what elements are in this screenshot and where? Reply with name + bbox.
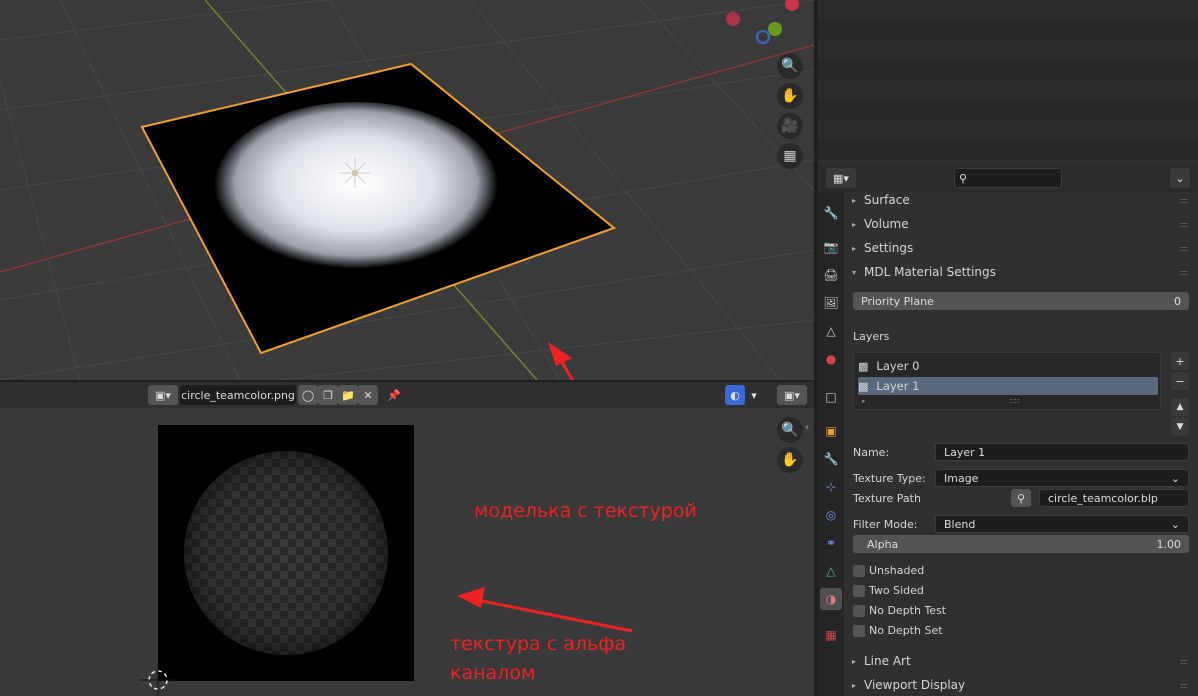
image-editor[interactable]: ▣▾ circle_teamcolor.png ◯ ❐ 📁 ✕ 📌 ◐ ▾ ▣▾… bbox=[0, 382, 814, 696]
no-depth-test-checkbox[interactable] bbox=[853, 605, 865, 617]
unshaded-checkbox[interactable] bbox=[853, 565, 865, 577]
material-tab-icon[interactable]: ◑ bbox=[820, 588, 842, 610]
no-depth-test-label: No Depth Test bbox=[869, 604, 947, 617]
two-sided-label: Two Sided bbox=[869, 584, 924, 597]
annotation-model: моделька с текстурой bbox=[474, 500, 697, 522]
object-tab-icon[interactable]: ▣ bbox=[820, 420, 842, 442]
name-field[interactable]: Layer 1 bbox=[935, 443, 1189, 461]
layer-row-0[interactable]: ▩ Layer 0 bbox=[858, 357, 1158, 375]
physics-tab-icon[interactable]: ◎ bbox=[820, 504, 842, 526]
panel-mdl-material-settings[interactable]: ▾ MDL Material Settings bbox=[852, 262, 996, 282]
layers-label: Layers bbox=[853, 330, 890, 343]
editor-type-icon[interactable]: ▦▾ bbox=[826, 168, 856, 188]
browse-file-icon[interactable]: ⚲ bbox=[1011, 489, 1031, 507]
world-tab-icon[interactable]: ● bbox=[820, 348, 842, 370]
unshaded-label: Unshaded bbox=[869, 564, 925, 577]
image-icon: ▩ bbox=[858, 379, 869, 393]
annotation-texture-line2: каналом bbox=[450, 662, 536, 684]
filter-mode-label: Filter Mode: bbox=[853, 518, 918, 531]
scene-tab-icon[interactable]: △ bbox=[820, 320, 842, 342]
outliner-area[interactable] bbox=[818, 0, 1198, 160]
move-up-button[interactable]: ▲ bbox=[1171, 398, 1189, 416]
annotation-texture-line1: текстура с альфа bbox=[450, 633, 627, 655]
tool-tab-icon[interactable]: 🔧 bbox=[820, 202, 842, 224]
two-sided-checkbox[interactable] bbox=[853, 585, 865, 597]
name-label: Name: bbox=[853, 446, 890, 459]
viewport-scene bbox=[0, 0, 814, 380]
texture-path-label: Texture Path bbox=[853, 492, 921, 505]
layers-list[interactable]: ▩ Layer 0 ▩ Layer 1 ▸ :::: bbox=[853, 352, 1161, 410]
modifier-tab-icon[interactable]: 🔧 bbox=[820, 448, 842, 470]
remove-layer-button[interactable]: − bbox=[1171, 372, 1189, 390]
texture-type-label: Texture Type: bbox=[853, 472, 926, 485]
output-tab-icon[interactable]: 🖨 bbox=[820, 264, 842, 286]
data-tab-icon[interactable]: △ bbox=[820, 560, 842, 582]
texture-type-select[interactable]: Image ⌄ bbox=[935, 469, 1189, 487]
filter-mode-select[interactable]: Blend ⌄ bbox=[935, 515, 1189, 533]
zoom-icon[interactable]: 🔍 bbox=[777, 53, 803, 79]
panel-settings[interactable]: ▸ Settings bbox=[852, 238, 913, 258]
chevron-down-icon: ⌄ bbox=[1170, 517, 1180, 531]
move-down-button[interactable]: ▼ bbox=[1171, 418, 1189, 436]
options-dropdown-icon[interactable]: ⌄ bbox=[1170, 168, 1190, 188]
alpha-slider[interactable]: Alpha 1.00 bbox=[853, 535, 1189, 553]
add-layer-button[interactable]: + bbox=[1171, 352, 1189, 370]
chevron-down-icon: ⌄ bbox=[1170, 471, 1180, 485]
properties-tabs: 🔧 📷 🖨 🖼 △ ● □ ▣ 🔧 ⊹ ◎ ⚭ △ ◑ ▦ bbox=[818, 192, 844, 696]
render-tab-icon[interactable]: 📷 bbox=[820, 236, 842, 258]
collection-tab-icon[interactable]: □ bbox=[820, 386, 842, 408]
panel-volume[interactable]: ▸ Volume bbox=[852, 214, 909, 234]
properties-editor[interactable]: ▦▾ ⚲ ⌄ 🔧 📷 🖨 🖼 △ ● □ ▣ 🔧 ⊹ ◎ ⚭ △ ◑ ▦ ▸ Su… bbox=[818, 164, 1198, 696]
image-editor-overlay bbox=[138, 587, 633, 696]
grid-perspective-icon[interactable]: ▦ bbox=[777, 143, 803, 169]
texture-tab-icon[interactable]: ▦ bbox=[820, 624, 842, 646]
properties-header: ▦▾ ⚲ ⌄ bbox=[818, 164, 1198, 192]
texture-path-field[interactable]: circle_teamcolor.blp bbox=[1039, 489, 1189, 507]
camera-icon[interactable]: 🎥 bbox=[777, 113, 803, 139]
hand-pan-icon[interactable]: ✋ bbox=[777, 83, 803, 109]
particles-tab-icon[interactable]: ⊹ bbox=[820, 476, 842, 498]
panel-surface[interactable]: ▸ Surface bbox=[852, 190, 910, 210]
3d-viewport[interactable]: 🔍 ✋ 🎥 ▦ моделька с текстурой bbox=[0, 0, 814, 380]
layer-row-1[interactable]: ▩ Layer 1 bbox=[858, 377, 1158, 395]
priority-plane-field[interactable]: Priority Plane 0 bbox=[853, 292, 1189, 310]
no-depth-set-label: No Depth Set bbox=[869, 624, 943, 637]
search-input[interactable]: ⚲ bbox=[954, 168, 1062, 188]
panel-line-art[interactable]: ▸ Line Art bbox=[852, 651, 911, 671]
no-depth-set-checkbox[interactable] bbox=[853, 625, 865, 637]
panel-viewport-display[interactable]: ▸ Viewport Display bbox=[852, 675, 965, 695]
constraints-tab-icon[interactable]: ⚭ bbox=[820, 532, 842, 554]
image-icon: ▩ bbox=[858, 359, 869, 373]
view-layer-tab-icon[interactable]: 🖼 bbox=[820, 292, 842, 314]
